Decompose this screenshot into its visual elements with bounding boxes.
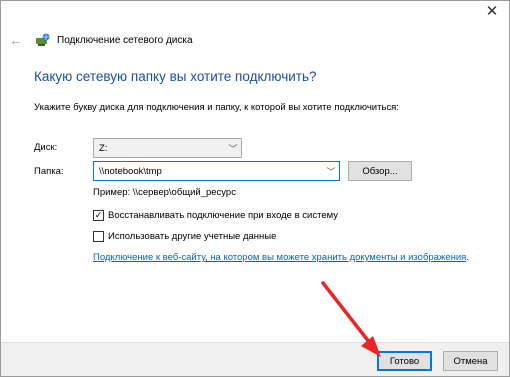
map-network-drive-window: ✕ ← Подключение сетевого диска Какую сет… <box>0 0 510 377</box>
annotation-arrow <box>321 281 381 357</box>
